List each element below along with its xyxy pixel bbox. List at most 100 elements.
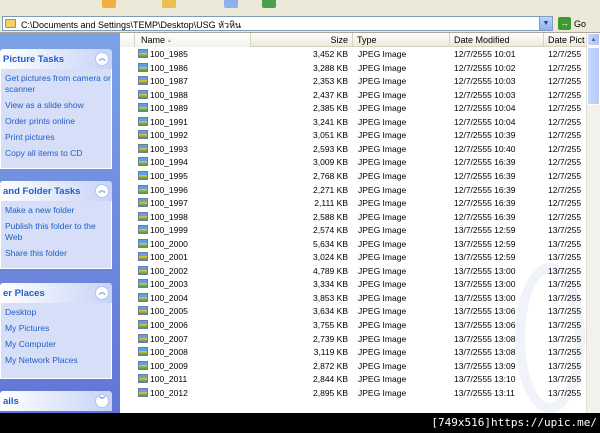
file-row[interactable]: 100_2006 3,755 KB JPEG Image 13/7/2555 13:0… xyxy=(120,319,586,333)
file-size: 4,789 KB xyxy=(313,265,348,276)
task-order-prints[interactable]: Order prints online xyxy=(5,116,111,127)
jpeg-file-icon xyxy=(138,347,148,357)
file-folder-tasks-header[interactable]: and Folder Tasks ︽ xyxy=(0,181,112,201)
jpeg-file-icon xyxy=(138,238,148,248)
column-date-picture-label: Date Pict xyxy=(548,35,585,45)
file-row[interactable]: 100_1993 2,593 KB JPEG Image 12/7/2555 10:4… xyxy=(120,143,586,157)
file-name: 100_2004 xyxy=(150,292,188,303)
file-name: 100_1994 xyxy=(150,157,188,168)
go-arrow-icon: → xyxy=(558,17,571,30)
scroll-thumb[interactable] xyxy=(587,47,600,105)
picture-tasks-title: Picture Tasks xyxy=(3,54,65,65)
column-size[interactable]: Size xyxy=(251,33,353,47)
file-row[interactable]: 100_1989 2,385 KB JPEG Image 12/7/2555 10:0… xyxy=(120,102,586,116)
task-get-pictures[interactable]: Get pictures from camera or scanner xyxy=(5,73,111,95)
views-icon[interactable] xyxy=(224,0,238,8)
go-button[interactable]: → Go xyxy=(556,16,598,31)
file-row[interactable]: 100_1998 2,588 KB JPEG Image 12/7/2555 16:3… xyxy=(120,211,586,225)
file-row[interactable]: 100_2003 3,334 KB JPEG Image 13/7/2555 13:0… xyxy=(120,278,586,292)
file-type: JPEG Image xyxy=(358,130,407,141)
file-row[interactable]: 100_2000 5,634 KB JPEG Image 13/7/2555 12:5… xyxy=(120,238,586,252)
file-size: 3,755 KB xyxy=(313,320,348,330)
file-date-picture-taken: 12/7/255 xyxy=(548,116,582,127)
picture-tasks-header[interactable]: Picture Tasks ︽ xyxy=(0,49,112,69)
other-places-header[interactable]: er Places ︽ xyxy=(0,283,112,303)
task-slide-show[interactable]: View as a slide show xyxy=(5,100,111,111)
file-row[interactable]: 100_1995 2,768 KB JPEG Image 12/7/2555 16:3… xyxy=(120,170,586,184)
file-date-picture-taken: 13/7/255 xyxy=(548,360,582,371)
file-date-modified: 13/7/2555 13:06 xyxy=(454,320,516,330)
file-row[interactable]: 100_2009 2,872 KB JPEG Image 13/7/2555 13:0… xyxy=(120,360,586,374)
vertical-scrollbar[interactable]: ▲ xyxy=(586,33,600,413)
file-row[interactable]: 100_1985 3,452 KB JPEG Image 12/7/2555 10:0… xyxy=(120,48,586,62)
file-size: 3,288 KB xyxy=(313,62,348,73)
address-input[interactable]: C:\Documents and Settings\TEMP\Desktop\U… xyxy=(2,16,553,31)
file-date-picture-taken: 12/7/255 xyxy=(548,143,582,154)
toolbar xyxy=(0,0,600,14)
place-my-network-places[interactable]: My Network Places xyxy=(5,355,111,366)
file-date-modified: 12/7/2555 16:39 xyxy=(454,198,516,209)
file-name: 100_1986 xyxy=(150,62,188,73)
file-name: 100_1989 xyxy=(150,103,188,114)
file-date-modified: 12/7/2555 16:39 xyxy=(454,184,516,195)
place-my-pictures[interactable]: My Pictures xyxy=(5,323,111,334)
file-date-picture-taken: 13/7/255 xyxy=(548,387,582,398)
jpeg-file-icon xyxy=(138,103,148,113)
task-share-folder[interactable]: Share this folder xyxy=(5,248,111,259)
collapse-icon[interactable]: ︽ xyxy=(95,286,109,300)
file-row[interactable]: 100_2008 3,119 KB JPEG Image 13/7/2555 13:0… xyxy=(120,346,586,360)
details-header[interactable]: ails ︾ xyxy=(0,391,112,411)
file-date-modified: 13/7/2555 13:10 xyxy=(454,374,516,385)
file-row[interactable]: 100_1994 3,009 KB JPEG Image 12/7/2555 16:3… xyxy=(120,156,586,170)
file-row[interactable]: 100_2001 3,024 KB JPEG Image 13/7/2555 12:5… xyxy=(120,251,586,265)
file-row[interactable]: 100_1987 2,353 KB JPEG Image 12/7/2555 10:0… xyxy=(120,75,586,89)
jpeg-file-icon xyxy=(138,184,148,194)
file-row[interactable]: 100_2004 3,853 KB JPEG Image 13/7/2555 13:0… xyxy=(120,292,586,306)
task-publish-folder[interactable]: Publish this folder to the Web xyxy=(5,221,111,243)
file-size: 2,768 KB xyxy=(313,170,348,181)
file-row[interactable]: 100_1991 3,241 KB JPEG Image 12/7/2555 10:0… xyxy=(120,116,586,130)
back-icon[interactable] xyxy=(102,0,116,8)
task-print-pictures[interactable]: Print pictures xyxy=(5,132,111,143)
file-row[interactable]: 100_1997 2,111 KB JPEG Image 12/7/2555 16:3… xyxy=(120,197,586,211)
expand-icon[interactable]: ︾ xyxy=(95,394,109,408)
scroll-up-button[interactable]: ▲ xyxy=(587,33,600,46)
sort-arrow-icon: ▲ xyxy=(167,37,172,44)
file-date-modified: 13/7/2555 13:00 xyxy=(454,292,516,303)
column-date-modified[interactable]: Date Modified xyxy=(450,33,544,47)
go-label: Go xyxy=(574,18,587,29)
file-row[interactable]: 100_1992 3,051 KB JPEG Image 12/7/2555 10:3… xyxy=(120,129,586,143)
file-date-picture-taken: 12/7/255 xyxy=(548,211,582,222)
file-row[interactable]: 100_1999 2,574 KB JPEG Image 13/7/2555 12:5… xyxy=(120,224,586,238)
place-desktop[interactable]: Desktop xyxy=(5,307,111,318)
file-date-modified: 13/7/2555 13:08 xyxy=(454,347,516,358)
file-size: 3,634 KB xyxy=(313,306,348,317)
file-date-picture-taken: 12/7/255 xyxy=(548,157,582,168)
file-row[interactable]: 100_2007 2,739 KB JPEG Image 13/7/2555 13:0… xyxy=(120,333,586,347)
jpeg-file-icon xyxy=(138,76,148,86)
file-row[interactable]: 100_2002 4,789 KB JPEG Image 13/7/2555 13:0… xyxy=(120,265,586,279)
file-row[interactable]: 100_2011 2,844 KB JPEG Image 13/7/2555 13:1… xyxy=(120,373,586,387)
jpeg-file-icon xyxy=(138,198,148,208)
file-row[interactable]: 100_2005 3,634 KB JPEG Image 13/7/2555 13:0… xyxy=(120,305,586,319)
file-date-modified: 13/7/2555 13:00 xyxy=(454,265,516,276)
file-row[interactable]: 100_2012 2,895 KB JPEG Image 13/7/2555 13:1… xyxy=(120,387,586,401)
column-name[interactable]: Name ▲ xyxy=(135,33,251,47)
folders-icon[interactable] xyxy=(162,0,176,8)
file-row[interactable]: 100_1986 3,288 KB JPEG Image 12/7/2555 10:0… xyxy=(120,62,586,76)
chevron-down-icon[interactable]: ▼ xyxy=(539,17,552,30)
toolbar-icon[interactable] xyxy=(262,0,276,8)
column-spacer xyxy=(120,33,135,47)
task-copy-to-cd[interactable]: Copy all items to CD xyxy=(5,148,111,159)
collapse-icon[interactable]: ︽ xyxy=(95,52,109,66)
file-type: JPEG Image xyxy=(358,387,407,398)
collapse-icon[interactable]: ︽ xyxy=(95,184,109,198)
column-date-picture-taken[interactable]: Date Pict xyxy=(544,33,586,47)
place-my-computer[interactable]: My Computer xyxy=(5,339,111,350)
file-row[interactable]: 100_1988 2,437 KB JPEG Image 12/7/2555 10:0… xyxy=(120,89,586,103)
file-name: 100_2000 xyxy=(150,238,188,249)
jpeg-file-icon xyxy=(138,130,148,140)
task-new-folder[interactable]: Make a new folder xyxy=(5,205,111,216)
file-row[interactable]: 100_1996 2,271 KB JPEG Image 12/7/2555 16:3… xyxy=(120,184,586,198)
column-type[interactable]: Type xyxy=(353,33,450,47)
